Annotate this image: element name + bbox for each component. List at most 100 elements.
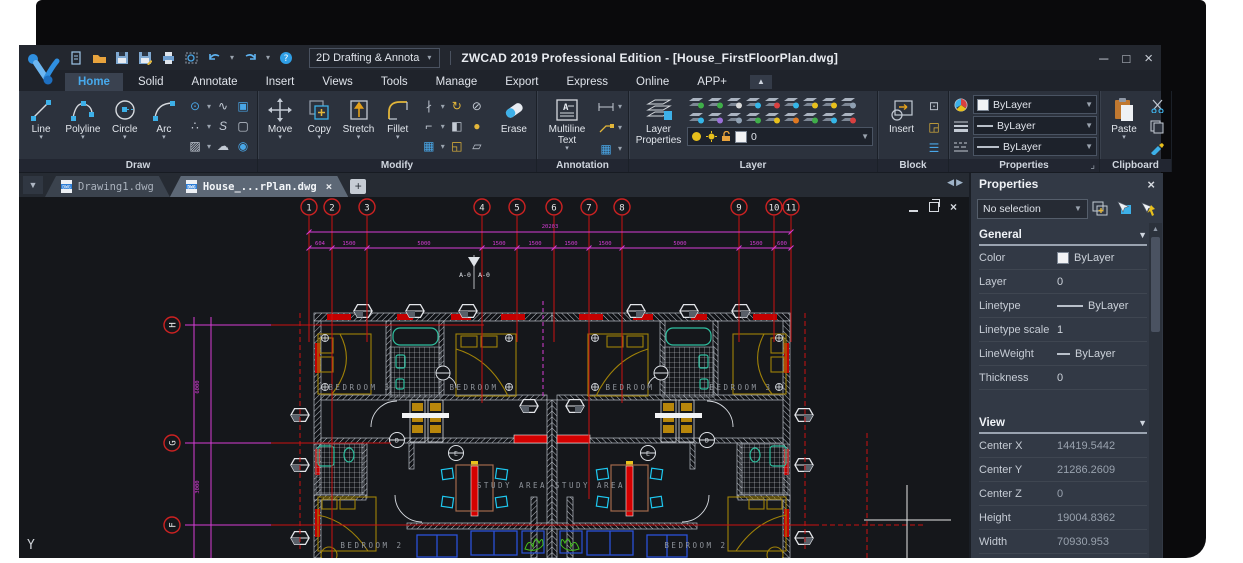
color-wheel-icon[interactable] [953,98,969,112]
save-icon[interactable] [113,49,131,67]
layer-select[interactable]: 0 ▼ [687,127,873,146]
tab-solid[interactable]: Solid [125,73,177,91]
layer-delete-icon[interactable] [840,111,857,124]
drawing-canvas[interactable]: × [19,197,969,558]
polyline-button[interactable]: Polyline▾ [62,94,104,141]
panel-label-annotation[interactable]: Annotation [537,159,628,172]
scrollbar-up-icon[interactable]: ▲ [1149,223,1162,236]
tab-manage[interactable]: Manage [423,73,491,91]
layer-restore-icon[interactable] [783,111,800,124]
spline-fit-icon[interactable]: S [213,116,233,136]
row-width[interactable]: Width 70930.953 [979,530,1147,554]
edit-block-icon[interactable]: ◲ [924,117,944,137]
doc-restore-icon[interactable] [929,202,939,212]
join-icon[interactable]: ● [467,116,487,136]
dimension-icon[interactable] [596,97,616,117]
row-linetype[interactable]: Linetype ByLayer [979,294,1147,318]
insert-button[interactable]: Insert [882,94,921,135]
tab-export[interactable]: Export [492,73,551,91]
properties-scrollbar[interactable]: ▲ [1149,223,1162,558]
move-button[interactable]: Move▾ [262,94,298,141]
arc-button[interactable]: Arc▾ [146,94,182,141]
layer-on-all-icon[interactable] [745,111,762,124]
undo-caret[interactable]: ▾ [228,53,236,62]
tab-online[interactable]: Online [623,73,682,91]
zwcad-logo[interactable] [19,45,63,92]
tab-tools[interactable]: Tools [368,73,421,91]
tab-insert[interactable]: Insert [253,73,308,91]
close-button[interactable]: × [1144,50,1153,67]
lineweight-select[interactable]: ByLayer ▼ [973,116,1097,135]
leader-caret[interactable]: ▾ [616,123,624,132]
doc-tab-scroll[interactable]: ◀▶ [947,177,965,188]
panel-label-block[interactable]: Block [878,159,948,172]
scrollbar-thumb[interactable] [1151,237,1160,332]
offset-caret[interactable]: ▾ [439,122,447,131]
linetype-icon[interactable] [953,141,969,153]
copy-clip-icon[interactable] [1147,117,1167,137]
panel-expand-icon[interactable]: ⌟ [1090,159,1095,172]
hatch-caret[interactable]: ▾ [205,142,213,151]
trim-icon[interactable]: ∤ [419,96,439,116]
row-linetype-scale[interactable]: Linetype scale 1 [979,318,1147,342]
doc-tab-close-icon[interactable]: × [326,180,333,193]
rotate-icon[interactable]: ↻ [447,96,467,116]
region-icon[interactable]: ▣ [233,96,253,116]
layer-isolate-icon[interactable] [840,96,857,109]
point-caret[interactable]: ▾ [205,102,213,111]
tab-annotate[interactable]: Annotate [179,73,251,91]
redo-caret[interactable]: ▾ [264,53,272,62]
row-center-y[interactable]: Center Y 21286.2609 [979,458,1147,482]
doc-close-icon[interactable]: × [950,202,957,212]
save-as-icon[interactable] [136,49,154,67]
hatch-icon[interactable]: ▨ [185,136,205,156]
doc-tab-house-firstfloorplan[interactable]: DWG House_...rPlan.dwg × [170,176,348,197]
create-block-icon[interactable]: ⊡ [924,96,944,116]
linetype-select[interactable]: ByLayer ▼ [973,137,1097,156]
layer-lock-icon[interactable] [764,96,781,109]
undo-icon[interactable] [205,49,223,67]
paste-button[interactable]: Paste▾ [1104,94,1144,141]
panel-label-clipboard[interactable]: Clipboard [1100,159,1171,172]
layer-merge-icon[interactable] [802,111,819,124]
attributes-icon[interactable]: ☰ [924,138,944,158]
layer-properties-button[interactable]: Layer Properties [633,94,684,146]
row-color[interactable]: Color ByLayer [979,246,1147,270]
doc-tab-list-caret[interactable]: ▼ [23,176,43,194]
mirror-icon[interactable]: ◧ [447,116,467,136]
layer-current-icon[interactable] [802,96,819,109]
spline-icon[interactable]: ∿ [213,96,233,116]
trim-caret[interactable]: ▾ [439,102,447,111]
preview-icon[interactable] [182,49,200,67]
layer-unlock-icon[interactable] [783,96,800,109]
break-icon[interactable]: ⊘ [467,96,487,116]
layer-walk-icon[interactable] [707,111,724,124]
select-objects-icon[interactable] [1115,199,1134,218]
layer-match-icon[interactable] [821,96,838,109]
row-lineweight[interactable]: LineWeight ByLayer [979,342,1147,366]
selection-select[interactable]: No selection ▼ [977,199,1088,219]
revision-cloud-icon[interactable]: ☁ [213,136,233,156]
layer-off-icon[interactable] [726,96,743,109]
array-caret[interactable]: ▾ [439,142,447,151]
divide-icon[interactable]: ∴ [185,116,205,136]
layer-thaw-icon[interactable] [707,96,724,109]
properties-close-icon[interactable]: × [1147,177,1155,192]
array-icon[interactable]: ▦ [419,136,439,156]
scale-icon[interactable]: ◱ [447,136,467,156]
layer-freeze-other-icon[interactable] [726,111,743,124]
row-height[interactable]: Height 19004.8362 [979,506,1147,530]
layer-unisolate-icon[interactable] [688,111,705,124]
ribbon-collapse-icon[interactable]: ▲ [750,75,772,89]
offset-icon[interactable]: ⌐ [419,116,439,136]
row-thickness[interactable]: Thickness 0 [979,366,1147,390]
properties-palette-header[interactable]: Properties × [971,173,1163,195]
multiline-text-button[interactable]: A Multiline Text▾ [541,94,593,152]
object-color-select[interactable]: ByLayer ▼ [973,95,1097,114]
table-icon[interactable]: ▦ [596,139,616,159]
panel-label-draw[interactable]: Draw [19,159,257,172]
doc-minimize-icon[interactable] [909,202,918,212]
workspace-select[interactable]: 2D Drafting & Annota ▾ [309,48,440,68]
doc-tab-drawing1[interactable]: DWG Drawing1.dwg [45,176,170,197]
match-properties-icon[interactable] [1147,138,1167,158]
